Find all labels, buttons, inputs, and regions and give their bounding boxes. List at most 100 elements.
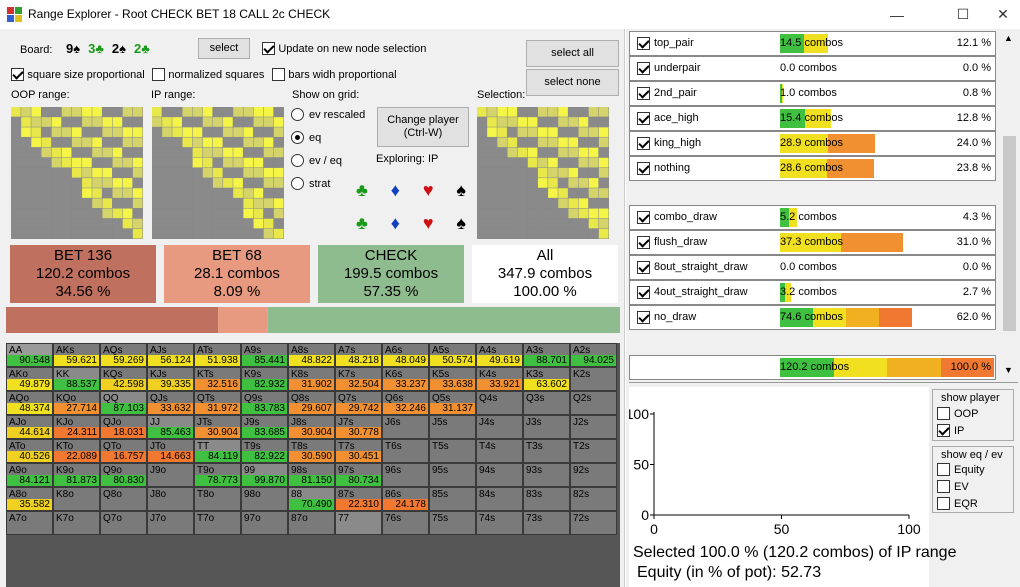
hand-cell[interactable]: AKo 49.879 [6, 367, 53, 391]
hand-cell[interactable]: JTo 14.663 [147, 439, 194, 463]
hand-cell[interactable]: T8s 30.590 [288, 439, 335, 463]
hand-cell[interactable]: J6s [382, 415, 429, 439]
hand-cell[interactable]: J8o [147, 487, 194, 511]
hand-cell[interactable]: 96s [382, 463, 429, 487]
change-player-button[interactable]: Change player (Ctrl-W) [377, 107, 469, 147]
hand-cell[interactable]: 98s 81.150 [288, 463, 335, 487]
selection-grid[interactable] [477, 107, 609, 239]
hand-cell[interactable]: K3s 63.602 [523, 367, 570, 391]
stat-checkbox[interactable] [637, 286, 650, 299]
hand-cell[interactable]: A8o 35.582 [6, 487, 53, 511]
hand-cell[interactable]: QTo 16.757 [100, 439, 147, 463]
action-box-2[interactable]: CHECK 199.5 combos 57.35 % [318, 245, 464, 303]
stat-checkbox[interactable] [637, 87, 650, 100]
hand-cell[interactable]: Q9o 80.830 [100, 463, 147, 487]
action-box-3[interactable]: All 347.9 combos 100.00 % [472, 245, 618, 303]
option-oop[interactable]: OOP [937, 406, 978, 421]
stat-checkbox[interactable] [637, 162, 650, 175]
hand-cell[interactable]: T9s 82.922 [241, 439, 288, 463]
stat-checkbox[interactable] [637, 37, 650, 50]
show-grid-radio-2[interactable]: ev / eq [291, 153, 342, 168]
hand-cell[interactable]: A8s 48.822 [288, 343, 335, 367]
hand-cell[interactable]: 93s [523, 463, 570, 487]
stat-row-king_high[interactable]: king_high 28.9 combos 24.0 % [629, 131, 996, 156]
show-grid-radio-0[interactable]: ev rescaled [291, 107, 365, 122]
hand-cell[interactable]: AKs 59.621 [53, 343, 100, 367]
minimize-icon[interactable]: — [874, 0, 920, 29]
ip-range-grid[interactable] [152, 107, 284, 239]
hand-cell[interactable]: A9s 85.441 [241, 343, 288, 367]
hand-cell[interactable]: 77 [335, 511, 382, 535]
hand-cell[interactable]: ATs 51.938 [194, 343, 241, 367]
stat-row-underpair[interactable]: underpair 0.0 combos 0.0 % [629, 56, 996, 81]
hand-cell[interactable]: ATo 40.526 [6, 439, 53, 463]
hand-cell[interactable]: 73s [523, 511, 570, 535]
show-grid-radio-1[interactable]: eq [291, 130, 321, 145]
hand-cell[interactable]: 85s [429, 487, 476, 511]
hand-cell[interactable]: TT 84.119 [194, 439, 241, 463]
board-select-button[interactable]: select [198, 38, 250, 59]
hand-cell[interactable]: K6s 33.237 [382, 367, 429, 391]
spade-icon[interactable]: ♠ [456, 180, 466, 201]
hand-cell[interactable]: Q5s 31.137 [429, 391, 476, 415]
hand-cell[interactable]: J5s [429, 415, 476, 439]
option-ev[interactable]: EV [937, 479, 969, 494]
stat-row-top_pair[interactable]: top_pair 14.5 combos 12.1 % [629, 31, 996, 56]
hand-cell[interactable]: KK 88.537 [53, 367, 100, 391]
hand-cell[interactable]: K7o [53, 511, 100, 535]
hand-cell[interactable]: Q8o [100, 487, 147, 511]
action-box-1[interactable]: BET 68 28.1 combos 8.09 % [164, 245, 310, 303]
heart-icon[interactable]: ♥ [423, 180, 434, 201]
stat-row-total[interactable]: 120.2 combos 100.0 % [629, 355, 996, 380]
hand-cell[interactable]: KJs 39.335 [147, 367, 194, 391]
hand-cell[interactable]: 87o [288, 511, 335, 535]
hand-cell[interactable]: K7s 32.504 [335, 367, 382, 391]
hand-cell[interactable]: KQs 42.598 [100, 367, 147, 391]
stat-checkbox[interactable] [637, 62, 650, 75]
hand-cell[interactable]: A3s 88.701 [523, 343, 570, 367]
hand-cell[interactable]: JJ 85.463 [147, 415, 194, 439]
hand-cell[interactable]: 98o [241, 487, 288, 511]
hand-cell[interactable]: A2s 94.025 [570, 343, 617, 367]
stat-checkbox[interactable] [637, 137, 650, 150]
hand-cell[interactable]: Q6s 32.246 [382, 391, 429, 415]
hand-cell[interactable]: AQs 59.269 [100, 343, 147, 367]
hand-cell[interactable]: 99 99.870 [241, 463, 288, 487]
stat-row-nothing[interactable]: nothing 28.6 combos 23.8 % [629, 156, 996, 181]
hand-cell[interactable]: KTo 22.089 [53, 439, 100, 463]
scroll-thumb[interactable] [1003, 136, 1016, 331]
hand-cell[interactable]: K9s 82.932 [241, 367, 288, 391]
hand-cell[interactable]: QJo 18.031 [100, 415, 147, 439]
diamond-icon[interactable]: ♦ [391, 213, 400, 234]
hand-cell[interactable]: 87s 22.310 [335, 487, 382, 511]
hand-cell[interactable]: Q3s [523, 391, 570, 415]
hand-cell[interactable]: J4s [476, 415, 523, 439]
hand-cell[interactable]: KTs 32.516 [194, 367, 241, 391]
hand-cell[interactable]: Q2s [570, 391, 617, 415]
hand-cell[interactable]: J7o [147, 511, 194, 535]
hand-cell[interactable]: JTs 30.904 [194, 415, 241, 439]
hand-cell[interactable]: T8o [194, 487, 241, 511]
hand-cell[interactable]: 74s [476, 511, 523, 535]
hand-cell[interactable]: K2s [570, 367, 617, 391]
normalized-checkbox[interactable]: normalized squares [152, 67, 264, 82]
hand-cell[interactable]: QJs 33.632 [147, 391, 194, 415]
hand-cell[interactable]: A4s 49.619 [476, 343, 523, 367]
stat-checkbox[interactable] [637, 112, 650, 125]
stat-checkbox[interactable] [637, 261, 650, 274]
oop-range-grid[interactable] [11, 107, 143, 239]
hand-cell[interactable]: T6s [382, 439, 429, 463]
option-equity[interactable]: Equity [937, 462, 985, 477]
hand-cell[interactable]: J3s [523, 415, 570, 439]
hand-cell[interactable]: T7s 30.451 [335, 439, 382, 463]
stat-checkbox[interactable] [637, 236, 650, 249]
select-all-button[interactable]: select all [526, 40, 619, 67]
hand-cell[interactable]: J2s [570, 415, 617, 439]
hand-cell[interactable]: 92s [570, 463, 617, 487]
hand-cell[interactable]: 84s [476, 487, 523, 511]
hand-cell[interactable]: Q4s [476, 391, 523, 415]
stats-scrollbar[interactable]: ▲ ▼ [1001, 31, 1018, 380]
hand-cell[interactable]: Q7o [100, 511, 147, 535]
hand-cell[interactable]: KQo 27.714 [53, 391, 100, 415]
hand-cell[interactable]: A7o [6, 511, 53, 535]
